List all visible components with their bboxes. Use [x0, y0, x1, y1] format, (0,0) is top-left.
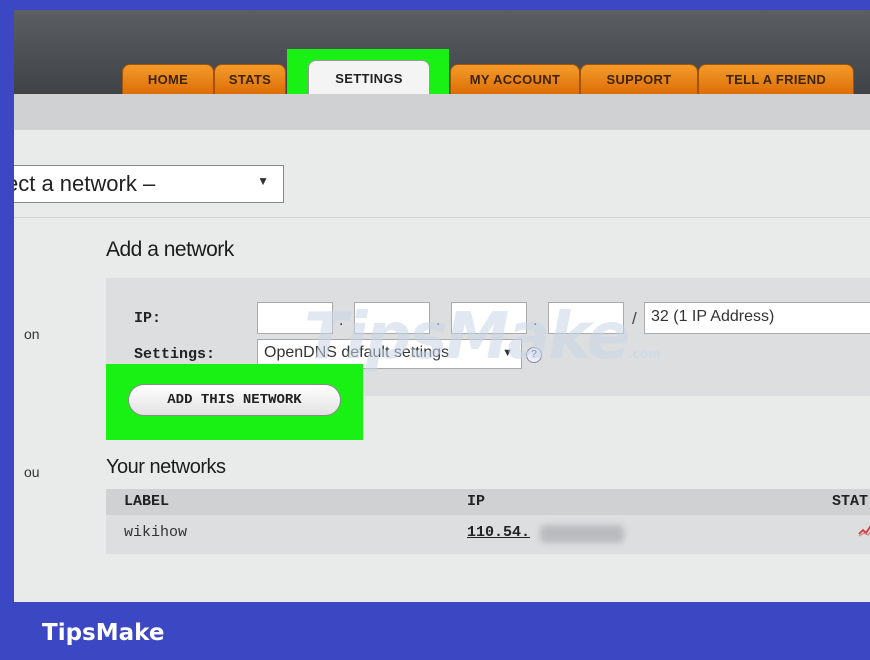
column-header-status: STAT — [832, 493, 869, 510]
side-text: ou — [24, 464, 40, 480]
tab-support[interactable]: SUPPORT — [580, 64, 698, 94]
tab-tell-a-friend[interactable]: TELL A FRIEND — [698, 64, 854, 94]
watermark-suffix: .com — [628, 347, 661, 361]
watermark-text: TipsMake — [304, 300, 630, 374]
subnet-mask-select[interactable]: 32 (1 IP Address) ▼ — [644, 302, 870, 334]
browser-viewport: HOME STATS SETTINGS MY ACCOUNT SUPPORT T… — [14, 10, 870, 602]
network-select-value: ect a network – — [14, 171, 156, 196]
side-text: on — [24, 326, 40, 342]
tab-stats[interactable]: STATS — [214, 64, 286, 94]
chevron-down-icon: ▼ — [257, 174, 269, 188]
tab-home[interactable]: HOME — [122, 64, 214, 94]
subnet-mask-value: 32 (1 IP Address) — [651, 308, 775, 325]
status-graph-icon[interactable] — [858, 522, 870, 543]
column-header-ip: IP — [467, 493, 486, 510]
settings-label: Settings: — [134, 346, 216, 363]
ip-label: IP: — [134, 310, 162, 327]
network-select[interactable]: ect a network – ▼ — [14, 165, 284, 203]
watermark-logo: TipsMake.com — [304, 300, 660, 374]
table-header — [106, 489, 870, 515]
subnav-bar — [14, 94, 870, 130]
network-label-cell: wikihow — [124, 524, 188, 541]
your-networks-heading: Your networks — [106, 456, 226, 478]
column-header-label: LABEL — [124, 493, 170, 510]
divider — [14, 217, 870, 218]
tab-settings[interactable]: SETTINGS — [308, 60, 430, 96]
footer-brand: TipsMake — [42, 620, 165, 646]
tab-my-account[interactable]: MY ACCOUNT — [450, 64, 580, 94]
network-ip-link[interactable]: 110.54. — [467, 524, 530, 541]
redacted-ip-blur — [540, 525, 624, 543]
add-this-network-button[interactable]: ADD THIS NETWORK — [128, 384, 341, 416]
add-network-heading: Add a network — [106, 238, 234, 261]
